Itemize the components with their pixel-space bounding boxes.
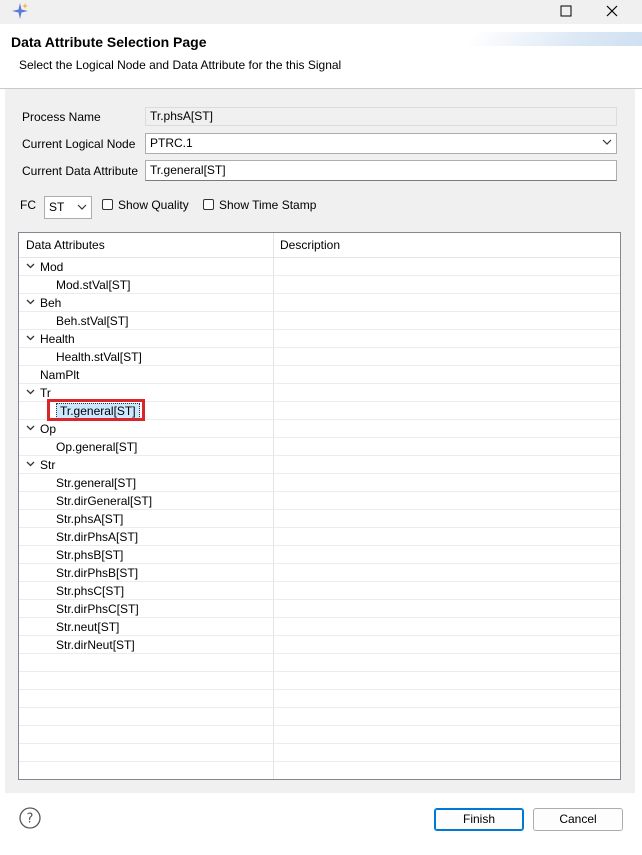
column-header-description[interactable]: Description: [280, 238, 340, 252]
tree-item-label: Str.phsC[ST]: [56, 584, 125, 598]
tree-empty-row: [19, 744, 620, 762]
tree-item-label: Str.dirPhsB[ST]: [56, 566, 139, 580]
chevron-down-icon[interactable]: [26, 387, 35, 396]
show-quality-label: Show Quality: [118, 198, 189, 212]
page-description: Select the Logical Node and Data Attribu…: [19, 58, 342, 72]
tree-leaf[interactable]: Str.phsC[ST]: [19, 582, 620, 600]
tree-node[interactable]: Str: [19, 456, 620, 474]
tree-leaf[interactable]: Str.neut[ST]: [19, 618, 620, 636]
chevron-down-icon[interactable]: [26, 423, 35, 432]
data-attribute-field[interactable]: Tr.general[ST]: [145, 160, 617, 181]
cancel-button[interactable]: Cancel: [533, 808, 623, 831]
fc-label: FC: [20, 198, 36, 212]
tree-empty-row: [19, 654, 620, 672]
tree-leaf[interactable]: Mod.stVal[ST]: [19, 276, 620, 294]
tree-node[interactable]: Op: [19, 420, 620, 438]
tree-item-label: Mod.stVal[ST]: [56, 278, 131, 292]
tree-leaf[interactable]: Health.stVal[ST]: [19, 348, 620, 366]
tree-empty-row: [19, 672, 620, 690]
chevron-down-icon[interactable]: [26, 333, 35, 342]
svg-text:?: ?: [27, 812, 34, 827]
tree-leaf[interactable]: Str.dirGeneral[ST]: [19, 492, 620, 510]
tree-item-label: Health: [40, 332, 75, 346]
tree-item-label: Str.dirGeneral[ST]: [56, 494, 153, 508]
tree-leaf[interactable]: Str.phsA[ST]: [19, 510, 620, 528]
tree-empty-row: [19, 708, 620, 726]
tree-empty-row: [19, 726, 620, 744]
fc-value: ST: [49, 200, 65, 214]
tree-item-label: Op.general[ST]: [56, 440, 138, 454]
chevron-down-icon: [77, 201, 87, 218]
maximize-button[interactable]: [544, 0, 588, 22]
tree-leaf[interactable]: Str.dirNeut[ST]: [19, 636, 620, 654]
tree-item-label: Health.stVal[ST]: [56, 350, 142, 364]
chevron-down-icon[interactable]: [26, 459, 35, 468]
page-title: Data Attribute Selection Page: [11, 34, 207, 50]
tree-item-label: Str.dirNeut[ST]: [56, 638, 135, 652]
chevron-down-icon[interactable]: [26, 261, 35, 270]
tree-item-label: Str.dirPhsA[ST]: [56, 530, 139, 544]
process-name-field: Tr.phsA[ST]: [145, 107, 617, 126]
maximize-icon: [560, 5, 572, 17]
logical-node-select[interactable]: PTRC.1: [145, 133, 617, 154]
tree-node[interactable]: Beh: [19, 294, 620, 312]
tree-item-label: Mod: [40, 260, 64, 274]
column-header-data-attributes[interactable]: Data Attributes: [26, 238, 105, 252]
selection-highlight-annotation: [47, 399, 145, 421]
process-name-label: Process Name: [22, 110, 101, 124]
chevron-down-icon: [602, 136, 612, 153]
close-button[interactable]: [590, 0, 634, 22]
logical-node-value: PTRC.1: [150, 136, 193, 150]
window-titlebar: [0, 0, 642, 24]
data-attributes-tree[interactable]: Data Attributes Description Mod Mod.stVal…: [18, 232, 621, 780]
tree-node[interactable]: Mod: [19, 258, 620, 276]
tree-node[interactable]: Health: [19, 330, 620, 348]
tree-item-label: Str.general[ST]: [56, 476, 137, 490]
tree-item-label: Beh.stVal[ST]: [56, 314, 129, 328]
tree-item-label: Str.phsA[ST]: [56, 512, 124, 526]
tree-item-label: Tr: [40, 386, 51, 400]
tree-empty-row: [19, 690, 620, 708]
tree-leaf[interactable]: Str.dirPhsA[ST]: [19, 528, 620, 546]
show-timestamp-label: Show Time Stamp: [219, 198, 317, 212]
tree-item-label: Str: [40, 458, 56, 472]
tree-leaf[interactable]: Beh.stVal[ST]: [19, 312, 620, 330]
tree-leaf[interactable]: Str.dirPhsC[ST]: [19, 600, 620, 618]
header-decoration: [465, 32, 642, 46]
tree-leaf[interactable]: Op.general[ST]: [19, 438, 620, 456]
help-icon[interactable]: ?: [19, 807, 41, 829]
finish-button[interactable]: Finish: [434, 808, 524, 831]
tree-leaf[interactable]: Str.dirPhsB[ST]: [19, 564, 620, 582]
tree-header: Data Attributes Description: [19, 233, 620, 258]
wizard-header: Data Attribute Selection Page Select the…: [0, 24, 642, 89]
tree-item-label: Str.neut[ST]: [56, 620, 120, 634]
close-icon: [606, 5, 618, 17]
tree-node[interactable]: NamPlt: [19, 366, 620, 384]
tree-leaf[interactable]: Str.general[ST]: [19, 474, 620, 492]
tree-item-label: Beh: [40, 296, 62, 310]
fc-select[interactable]: ST: [44, 196, 92, 219]
tree-item-label: Op: [40, 422, 57, 436]
tree-leaf[interactable]: Str.phsB[ST]: [19, 546, 620, 564]
tree-item-label: NamPlt: [40, 368, 80, 382]
logical-node-label: Current Logical Node: [22, 137, 136, 151]
sparkle-icon: [12, 3, 28, 19]
data-attribute-label: Current Data Attribute: [22, 164, 139, 178]
show-quality-checkbox[interactable]: [102, 199, 113, 210]
chevron-down-icon[interactable]: [26, 297, 35, 306]
tree-empty-row: [19, 762, 620, 779]
tree-item-label: Str.dirPhsC[ST]: [56, 602, 139, 616]
show-timestamp-checkbox[interactable]: [203, 199, 214, 210]
tree-item-label: Str.phsB[ST]: [56, 548, 124, 562]
